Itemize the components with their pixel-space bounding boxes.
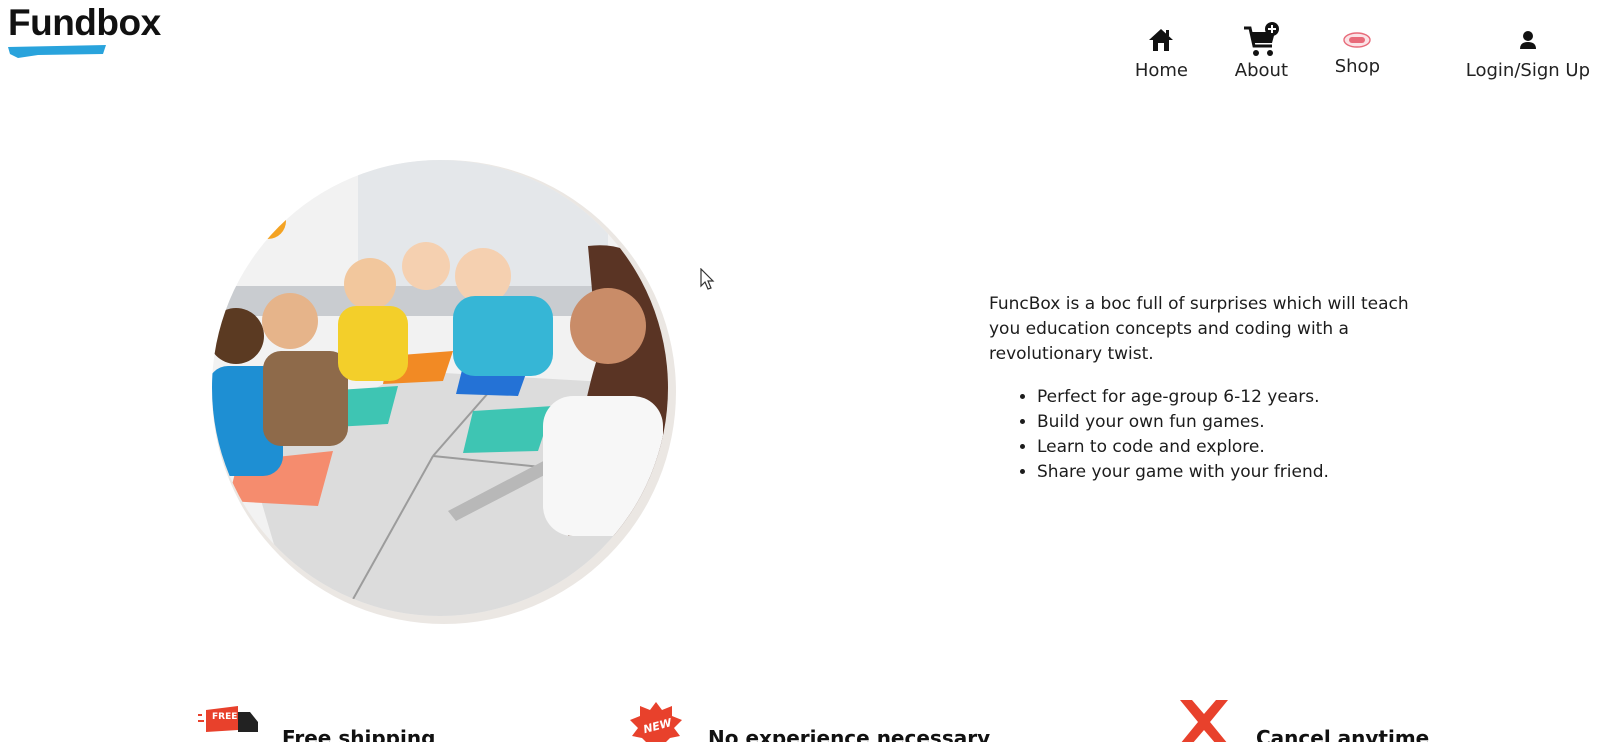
intro-paragraph: FuncBox is a boc full of surprises which… xyxy=(989,294,1409,364)
nav-label-home: Home xyxy=(1134,60,1188,81)
benefit-free-shipping: FREE Free shipping xyxy=(198,700,435,742)
nav-item-about[interactable]: About xyxy=(1235,20,1288,81)
list-item: Perfect for age-group 6-12 years. xyxy=(1037,385,1429,410)
home-icon xyxy=(1148,20,1174,60)
hero-classroom-image xyxy=(208,156,678,626)
nav-label-about: About xyxy=(1234,60,1288,81)
features-list: Perfect for age-group 6-12 years. Build … xyxy=(989,385,1429,485)
benefit-no-experience: NEW No experience necessary xyxy=(626,700,990,742)
cart-icon xyxy=(1242,20,1280,60)
nav-item-shop[interactable]: Shop xyxy=(1335,20,1380,77)
mouse-cursor-icon xyxy=(700,268,715,290)
list-item: Share your game with your friend. xyxy=(1037,460,1429,485)
nav-item-home[interactable]: Home xyxy=(1135,20,1188,81)
shop-badge-icon xyxy=(1342,20,1372,60)
benefit-label: No experience necessary xyxy=(708,726,991,742)
benefit-label: Cancel anytime xyxy=(1256,726,1430,742)
user-icon xyxy=(1519,20,1537,60)
nav-label-shop: Shop xyxy=(1334,56,1380,77)
brand-logo[interactable]: Fundbox xyxy=(8,4,188,62)
free-delivery-truck-icon: FREE xyxy=(198,706,258,732)
benefits-row: FREE Free shipping NEW No experience nec… xyxy=(0,700,1600,742)
cancel-x-icon xyxy=(1180,700,1228,742)
brand-name: Fundbox xyxy=(8,2,161,43)
list-item: Learn to code and explore. xyxy=(1037,435,1429,460)
benefit-cancel-anytime: Cancel anytime xyxy=(1174,700,1429,742)
new-badge-icon: NEW xyxy=(630,702,682,742)
badge-free: FREE xyxy=(212,712,237,722)
list-item: Build your own fun games. xyxy=(1037,410,1429,435)
nav-label-login: Login/Sign Up xyxy=(1465,60,1590,81)
logo-stripe-icon xyxy=(8,45,106,58)
benefit-label: Free shipping xyxy=(282,726,436,742)
intro-section: FuncBox is a boc full of surprises which… xyxy=(989,292,1429,485)
nav-item-login[interactable]: Login/Sign Up xyxy=(1466,20,1590,81)
